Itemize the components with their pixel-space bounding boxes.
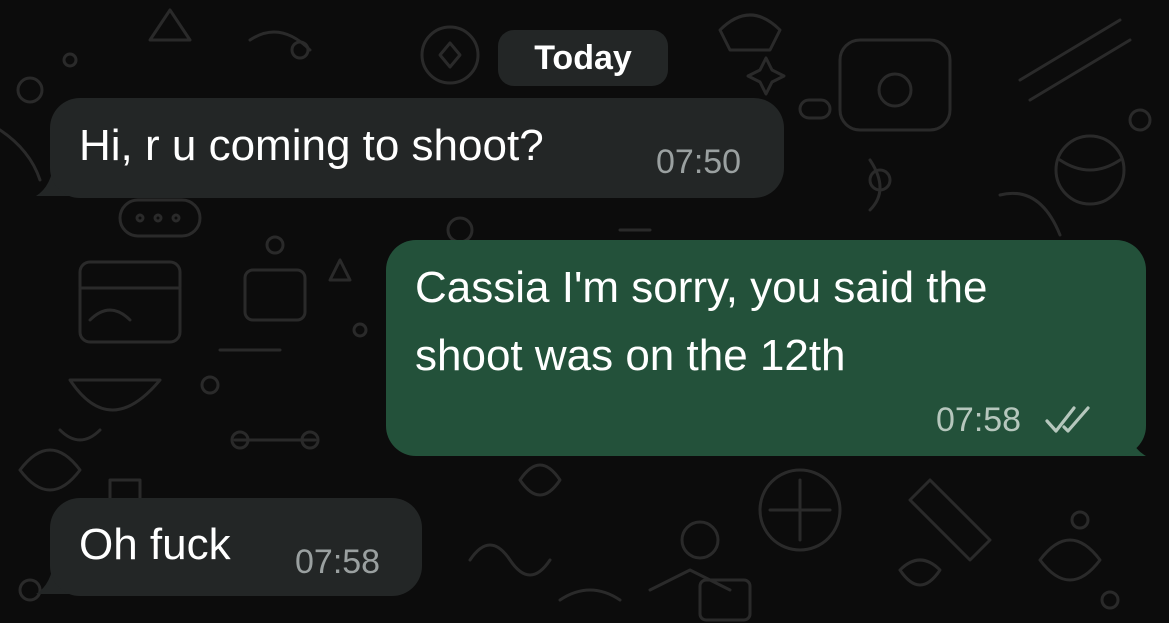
incoming-message[interactable]: Hi, r u coming to shoot? 07:50 — [50, 98, 784, 198]
incoming-message[interactable]: Oh fuck 07:58 — [50, 498, 422, 596]
chat-thread: Today Hi, r u coming to shoot? 07:50 Cas… — [0, 0, 1169, 623]
message-time: 07:50 — [656, 143, 742, 181]
message-text-line-2: shoot was on the 12th — [415, 331, 846, 380]
message-text-line-1: Cassia I'm sorry, you said the — [415, 263, 988, 312]
outgoing-message[interactable]: Cassia I'm sorry, you said the shoot was… — [386, 240, 1146, 456]
message-time: 07:58 — [936, 401, 1022, 439]
message-text: Hi, r u coming to shoot? — [79, 121, 544, 170]
message-time: 07:58 — [295, 543, 381, 581]
message-text: Oh fuck — [79, 520, 231, 569]
date-separator: Today — [498, 30, 668, 86]
double-check-read-icon — [1045, 406, 1090, 433]
